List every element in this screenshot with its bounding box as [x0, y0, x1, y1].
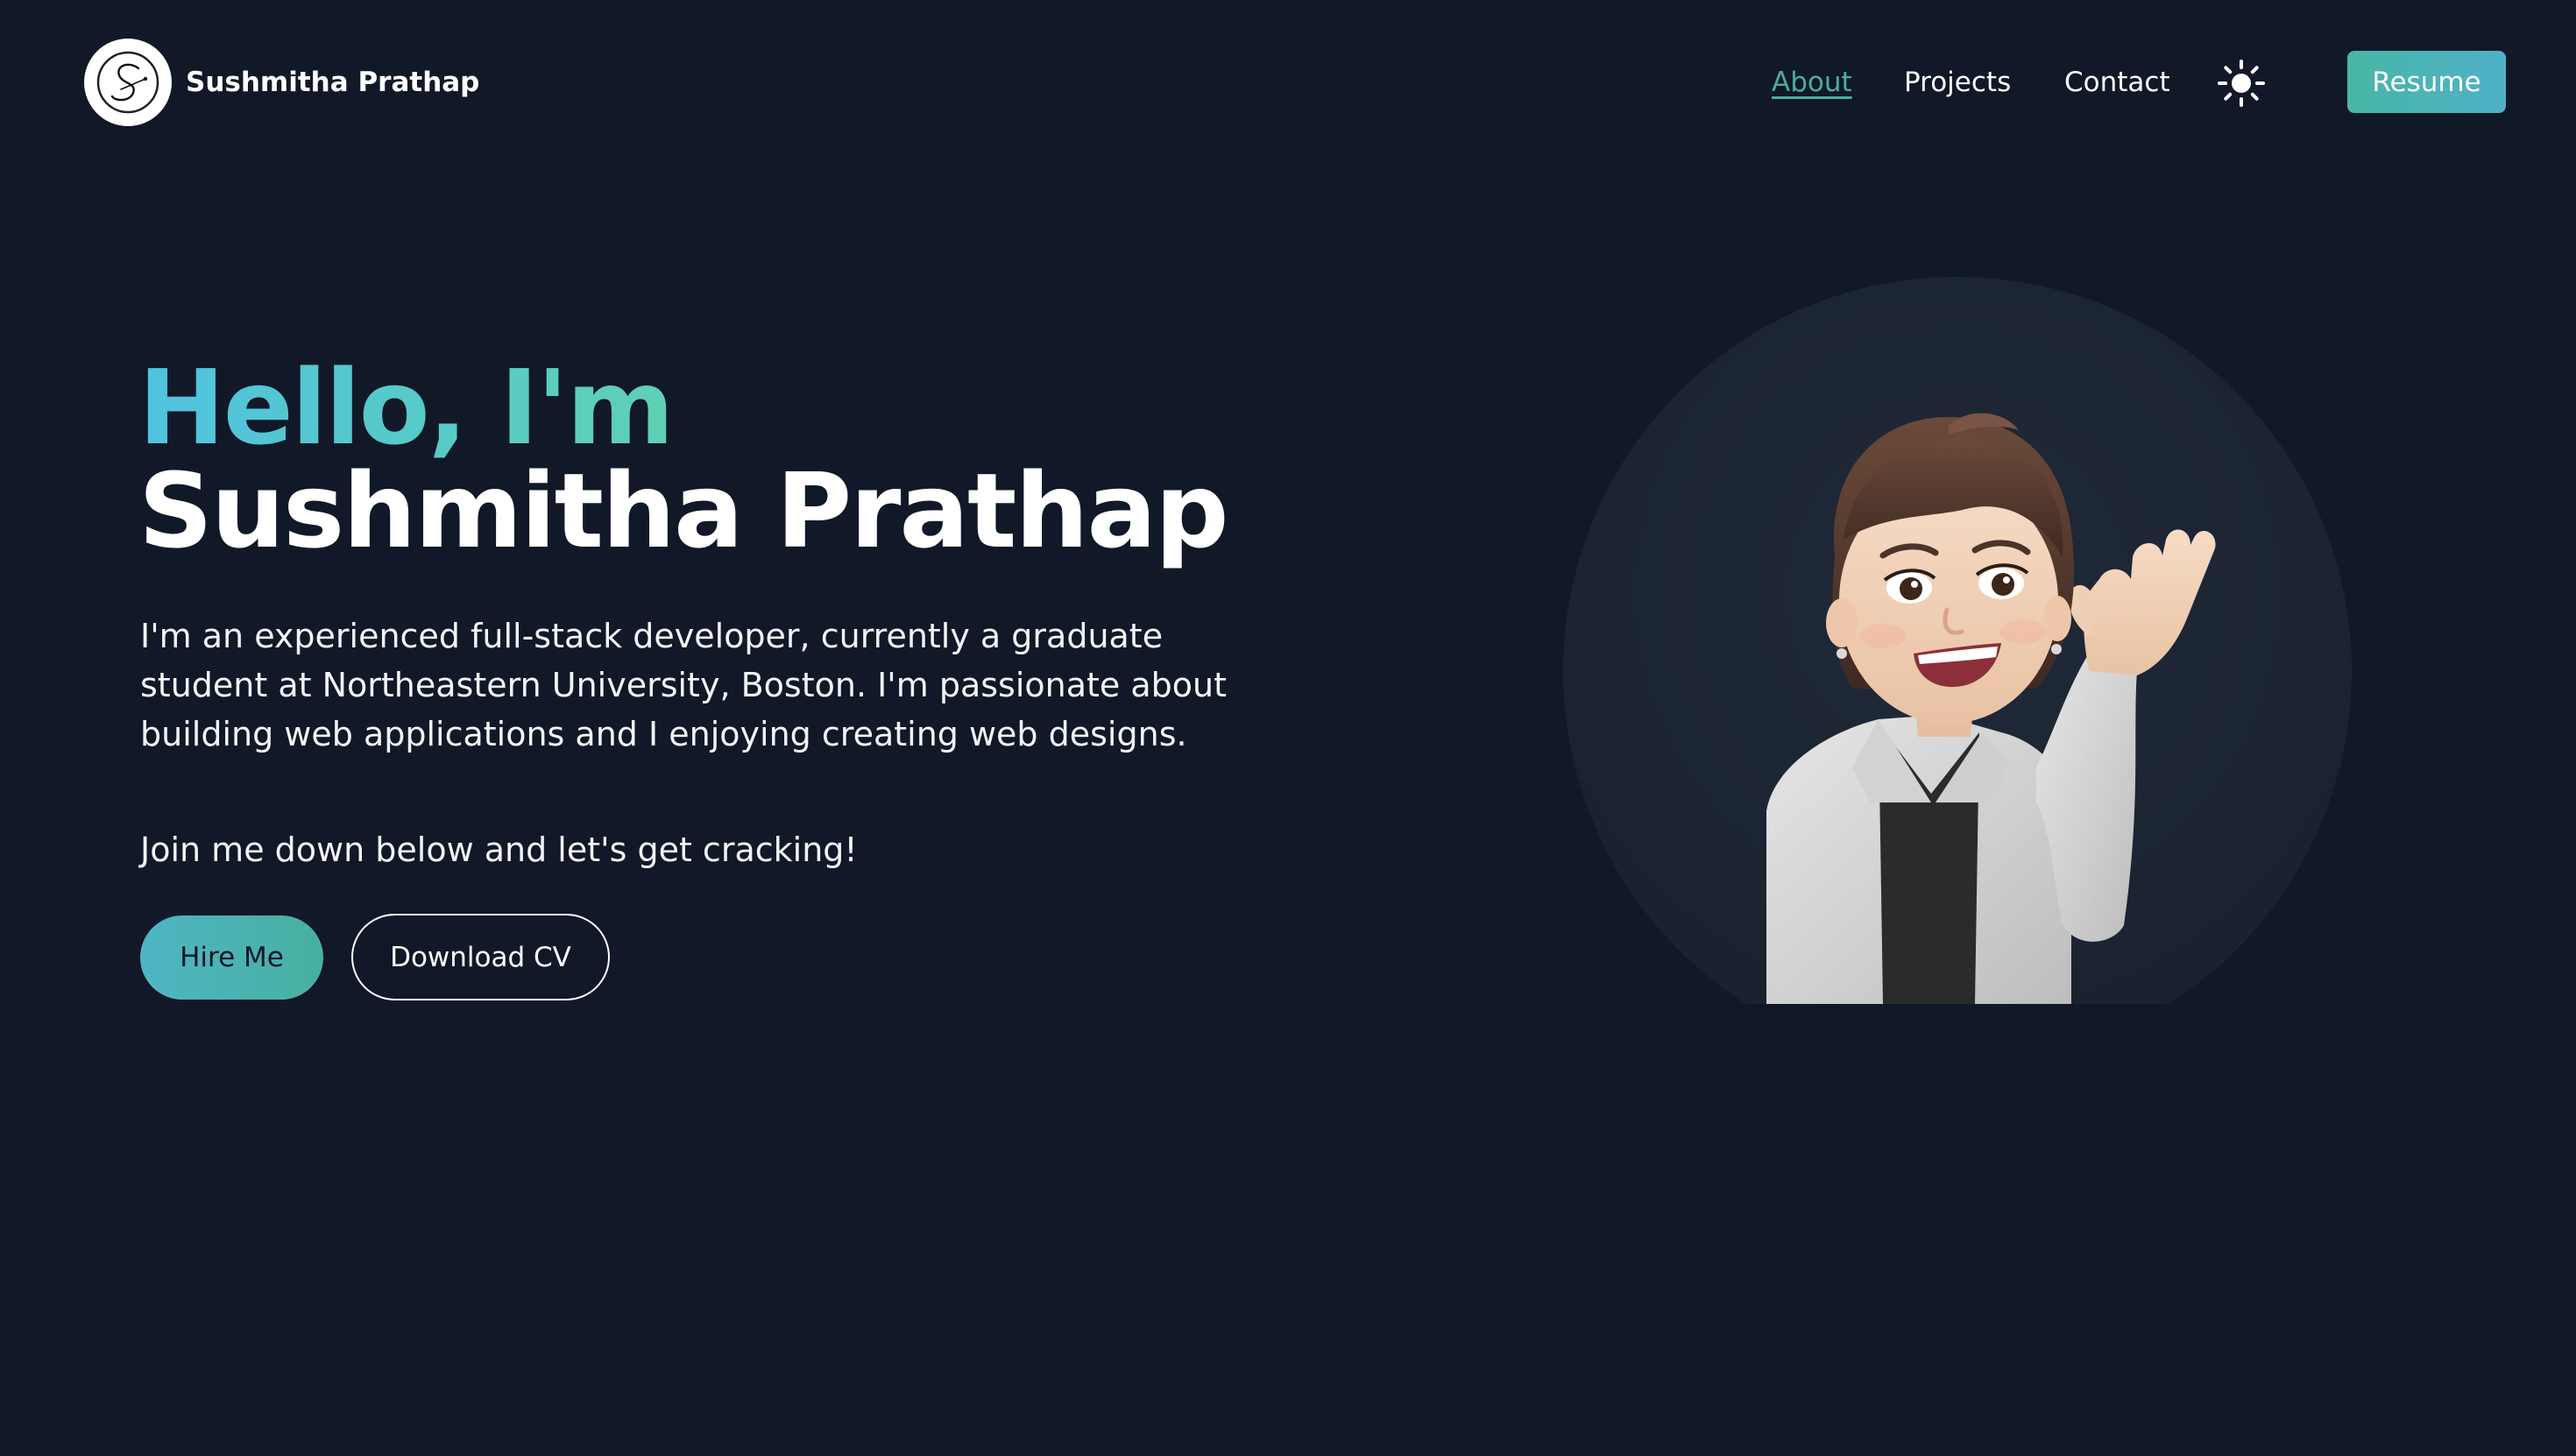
hero-name: Sushmitha Prathap: [138, 450, 1229, 571]
theme-toggle-button[interactable]: [2217, 59, 2266, 108]
hero-description: I'm an experienced full-stack developer,…: [140, 617, 1228, 753]
hire-me-button[interactable]: Hire Me: [140, 915, 323, 1000]
waving-memoji-avatar-icon: [1766, 413, 2216, 1004]
signature-logo-icon: [84, 39, 172, 126]
brand-name: Sushmitha Prathap: [186, 67, 480, 98]
resume-button[interactable]: Resume: [2347, 51, 2506, 113]
nav-about[interactable]: About: [1772, 61, 1852, 103]
nav-contact[interactable]: Contact: [2064, 61, 2170, 103]
brand-logo-link[interactable]: Sushmitha Prathap: [84, 39, 479, 126]
hero-avatar: [1563, 277, 2352, 1004]
sun-icon: [2218, 60, 2265, 107]
hero-cta-text: Join me down below and let's get crackin…: [140, 830, 858, 869]
nav-projects[interactable]: Projects: [1904, 61, 2011, 103]
download-cv-button[interactable]: Download CV: [351, 914, 610, 1000]
